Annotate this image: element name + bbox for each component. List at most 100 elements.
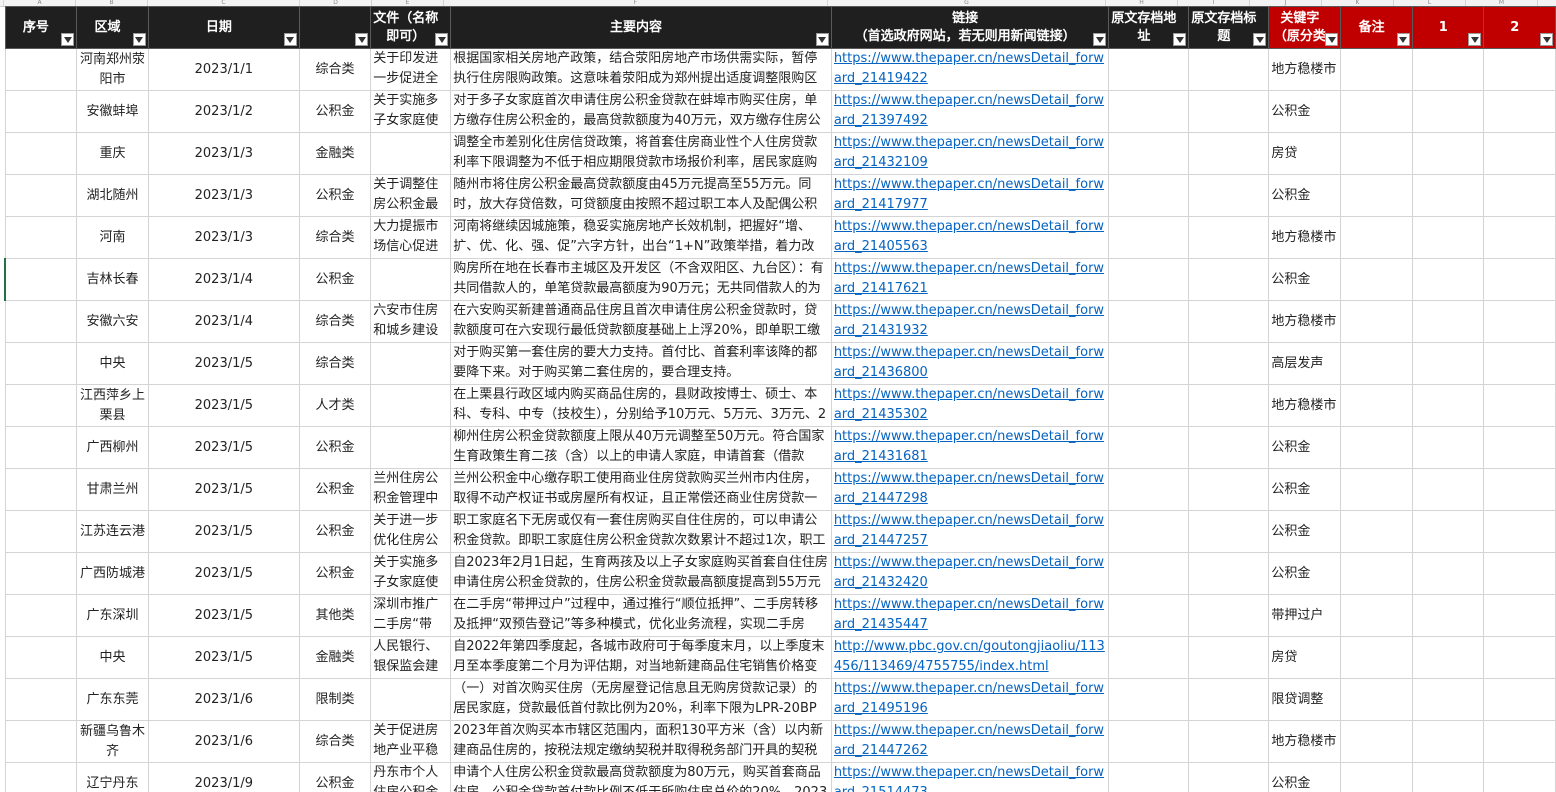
cell-col-2[interactable] <box>1483 762 1556 792</box>
cell-category[interactable]: 其他类 <box>298 594 372 637</box>
hyperlink[interactable]: https://www.thepaper.cn/newsDetail_forwa… <box>834 555 1104 590</box>
cell-category[interactable]: 公积金 <box>298 174 372 217</box>
cell-archive-title[interactable] <box>1188 342 1270 385</box>
cell-keyword[interactable]: 地方稳楼市 <box>1268 720 1342 763</box>
cell-col-1[interactable] <box>1411 216 1485 259</box>
cell-col-2[interactable] <box>1483 468 1556 511</box>
filter-dropdown-button[interactable] <box>1396 33 1410 46</box>
hyperlink[interactable]: https://www.thepaper.cn/newsDetail_forwa… <box>834 177 1104 212</box>
hyperlink[interactable]: https://www.thepaper.cn/newsDetail_forwa… <box>834 387 1104 422</box>
cell-remark[interactable] <box>1340 174 1413 217</box>
cell-remark[interactable] <box>1340 426 1413 469</box>
cell-archive-title[interactable] <box>1188 426 1270 469</box>
filter-dropdown-button[interactable] <box>61 33 75 46</box>
cell-link[interactable]: https://www.thepaper.cn/newsDetail_forwa… <box>830 384 1110 427</box>
cell-col-2[interactable] <box>1483 132 1556 175</box>
cell-archive-address[interactable] <box>1108 510 1190 553</box>
cell-region[interactable]: 新疆乌鲁木齐 <box>76 720 149 763</box>
cell-file[interactable]: 丹东市个人住房公积金 <box>370 762 452 792</box>
cell-content[interactable]: 职工家庭名下无房或仅有一套住房购买自住住房的，可以申请公积金贷款。即职工家庭住房… <box>450 510 832 553</box>
cell-region[interactable]: 广东深圳 <box>76 594 149 637</box>
cell-archive-title[interactable] <box>1188 636 1270 679</box>
cell-remark[interactable] <box>1340 552 1413 595</box>
cell-link[interactable]: https://www.thepaper.cn/newsDetail_forwa… <box>830 678 1110 721</box>
cell-col-1[interactable] <box>1411 342 1485 385</box>
filter-dropdown-button[interactable] <box>1325 33 1339 46</box>
cell-index[interactable] <box>4 468 78 511</box>
cell-col-2[interactable] <box>1483 510 1556 553</box>
cell-category[interactable]: 公积金 <box>298 552 372 595</box>
cell-content[interactable]: 2023年首次购买本市辖区范围内，面积130平方米（含）以内新建商品住房的，按税… <box>450 720 832 763</box>
cell-date[interactable]: 2023/1/5 <box>147 342 300 385</box>
cell-col-2[interactable] <box>1483 678 1556 721</box>
hyperlink[interactable]: https://www.thepaper.cn/newsDetail_forwa… <box>834 93 1104 128</box>
hyperlink[interactable]: https://www.thepaper.cn/newsDetail_forwa… <box>834 51 1104 86</box>
cell-remark[interactable] <box>1340 510 1413 553</box>
cell-archive-address[interactable] <box>1108 426 1190 469</box>
cell-index[interactable] <box>4 636 78 679</box>
cell-archive-title[interactable] <box>1188 552 1270 595</box>
cell-date[interactable]: 2023/1/3 <box>147 132 300 175</box>
cell-keyword[interactable]: 公积金 <box>1268 426 1342 469</box>
cell-region[interactable]: 安徽六安 <box>76 300 149 343</box>
cell-archive-address[interactable] <box>1108 636 1190 679</box>
filter-dropdown-button[interactable] <box>355 33 369 46</box>
cell-date[interactable]: 2023/1/6 <box>147 678 300 721</box>
cell-col-2[interactable] <box>1483 258 1556 301</box>
cell-file[interactable] <box>370 342 452 385</box>
hyperlink[interactable]: https://www.thepaper.cn/newsDetail_forwa… <box>834 597 1104 632</box>
cell-region[interactable]: 重庆 <box>76 132 149 175</box>
cell-col-2[interactable] <box>1483 594 1556 637</box>
cell-link[interactable]: https://www.thepaper.cn/newsDetail_forwa… <box>830 300 1110 343</box>
cell-col-2[interactable] <box>1483 216 1556 259</box>
hyperlink[interactable]: https://www.thepaper.cn/newsDetail_forwa… <box>834 471 1104 506</box>
cell-region[interactable]: 江苏连云港 <box>76 510 149 553</box>
cell-file[interactable]: 大力提振市场信心促进 <box>370 216 452 259</box>
cell-link[interactable]: https://www.thepaper.cn/newsDetail_forwa… <box>830 426 1110 469</box>
cell-col-2[interactable] <box>1483 426 1556 469</box>
cell-archive-address[interactable] <box>1108 132 1190 175</box>
cell-date[interactable]: 2023/1/3 <box>147 174 300 217</box>
cell-keyword[interactable]: 房贷 <box>1268 132 1342 175</box>
cell-index[interactable] <box>4 174 78 217</box>
cell-link[interactable]: https://www.thepaper.cn/newsDetail_forwa… <box>830 216 1110 259</box>
cell-link[interactable]: https://www.thepaper.cn/newsDetail_forwa… <box>830 468 1110 511</box>
cell-link[interactable]: https://www.thepaper.cn/newsDetail_forwa… <box>830 174 1110 217</box>
cell-remark[interactable] <box>1340 720 1413 763</box>
cell-file[interactable]: 关于进一步优化住房公 <box>370 510 452 553</box>
cell-content[interactable]: 在二手房“带押过户”过程中，通过推行“顺位抵押”、二手房转移及抵押“双预告登记”… <box>450 594 832 637</box>
cell-content[interactable]: 在上栗县行政区域内购买商品住房的，县财政按博士、硕士、本科、专科、中专（技校生）… <box>450 384 832 427</box>
cell-col-2[interactable] <box>1483 90 1556 133</box>
cell-archive-title[interactable] <box>1188 510 1270 553</box>
cell-region[interactable]: 甘肃兰州 <box>76 468 149 511</box>
cell-date[interactable]: 2023/1/3 <box>147 216 300 259</box>
cell-content[interactable]: 在六安购买新建普通商品住房且首次申请住房公积金贷款时，贷款额度可在六安现行最低贷… <box>450 300 832 343</box>
cell-index[interactable] <box>4 678 78 721</box>
cell-file[interactable] <box>370 426 452 469</box>
cell-remark[interactable] <box>1340 678 1413 721</box>
cell-col-1[interactable] <box>1411 174 1485 217</box>
cell-file[interactable] <box>370 384 452 427</box>
filter-dropdown-button[interactable] <box>1253 33 1267 46</box>
column-header-5[interactable]: 主要内容 <box>450 6 832 49</box>
cell-category[interactable]: 公积金 <box>298 258 372 301</box>
cell-archive-title[interactable] <box>1188 762 1270 792</box>
cell-remark[interactable] <box>1340 132 1413 175</box>
cell-keyword[interactable]: 公积金 <box>1268 174 1342 217</box>
cell-date[interactable]: 2023/1/1 <box>147 48 300 91</box>
cell-region[interactable]: 江西萍乡上栗县 <box>76 384 149 427</box>
cell-category[interactable]: 公积金 <box>298 468 372 511</box>
cell-date[interactable]: 2023/1/5 <box>147 468 300 511</box>
cell-date[interactable]: 2023/1/2 <box>147 90 300 133</box>
cell-keyword[interactable]: 带押过户 <box>1268 594 1342 637</box>
cell-col-2[interactable] <box>1483 48 1556 91</box>
cell-remark[interactable] <box>1340 384 1413 427</box>
column-header-0[interactable]: 序号 <box>4 6 78 49</box>
cell-content[interactable]: 对于购买第一套住房的要大力支持。首付比、首套利率该降的都要降下来。对于购买第二套… <box>450 342 832 385</box>
cell-file[interactable]: 关于促进房地产业平稳 <box>370 720 452 763</box>
cell-archive-address[interactable] <box>1108 552 1190 595</box>
hyperlink[interactable]: https://www.thepaper.cn/newsDetail_forwa… <box>834 765 1104 792</box>
cell-archive-title[interactable] <box>1188 384 1270 427</box>
cell-archive-title[interactable] <box>1188 720 1270 763</box>
cell-file[interactable]: 六安市住房和城乡建设 <box>370 300 452 343</box>
